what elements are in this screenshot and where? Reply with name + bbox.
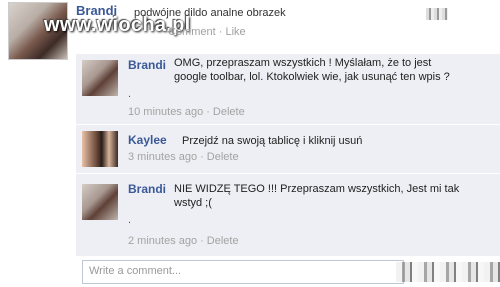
comment-text-line: wstyd ;(	[174, 197, 212, 209]
commenter-avatar[interactable]	[82, 60, 118, 96]
comment-meta: 10 minutes ago · Delete	[128, 106, 245, 118]
commenter-avatar[interactable]	[82, 131, 118, 167]
comment-input[interactable]: Write a comment...	[82, 260, 404, 284]
comment-text-line: OMG, przepraszam wszystkich ! Myślałam, …	[174, 57, 432, 69]
comment-item: Kaylee Przejdź na swoją tablicę i klikni…	[76, 125, 500, 174]
comment-text-line: Przejdź na swoją tablicę i kliknij usuń	[182, 135, 363, 147]
like-link[interactable]: Like	[225, 26, 245, 38]
separator: ·	[200, 151, 204, 163]
comment-text-dot: .	[128, 214, 132, 226]
comment-timestamp[interactable]: 10 minutes ago	[128, 106, 203, 118]
delete-link[interactable]: Delete	[213, 106, 245, 118]
separator: ·	[200, 235, 204, 247]
commenter-avatar[interactable]	[82, 184, 118, 220]
separator: ·	[206, 106, 210, 118]
commenter-name[interactable]: Brandi	[128, 58, 166, 72]
delete-link[interactable]: Delete	[207, 151, 239, 163]
comment-item: Brandi NIE WIDZĘ TEGO !!! Przepraszam ws…	[76, 174, 500, 257]
commenter-name[interactable]: Kaylee	[128, 133, 167, 147]
comment-timestamp[interactable]: 3 minutes ago	[128, 151, 197, 163]
separator: ·	[218, 26, 223, 38]
comment-item: Brandi OMG, przepraszam wszystkich ! Myś…	[76, 54, 500, 125]
commenter-name[interactable]: Brandi	[128, 182, 166, 196]
comment-link[interactable]: Comment	[168, 26, 216, 38]
facebook-post: Brandi podwójne dildo analne obrazek www…	[0, 0, 500, 287]
comment-input-placeholder: Write a comment...	[89, 265, 182, 277]
comment-timestamp[interactable]: 2 minutes ago	[128, 235, 197, 247]
comment-meta: 3 minutes ago · Delete	[128, 151, 239, 163]
comment-meta: 2 minutes ago · Delete	[128, 235, 239, 247]
post-actions: Comment · Like	[168, 26, 246, 38]
comment-text-line: NIE WIDZĘ TEGO !!! Przepraszam wszystkic…	[174, 183, 460, 195]
comment-text-dot: .	[128, 88, 132, 100]
blurred-region	[396, 262, 500, 282]
comment-text-line: google toolbar, lol. Ktokolwiek wie, jak…	[174, 71, 450, 83]
delete-link[interactable]: Delete	[207, 235, 239, 247]
blurred-region	[426, 8, 448, 20]
